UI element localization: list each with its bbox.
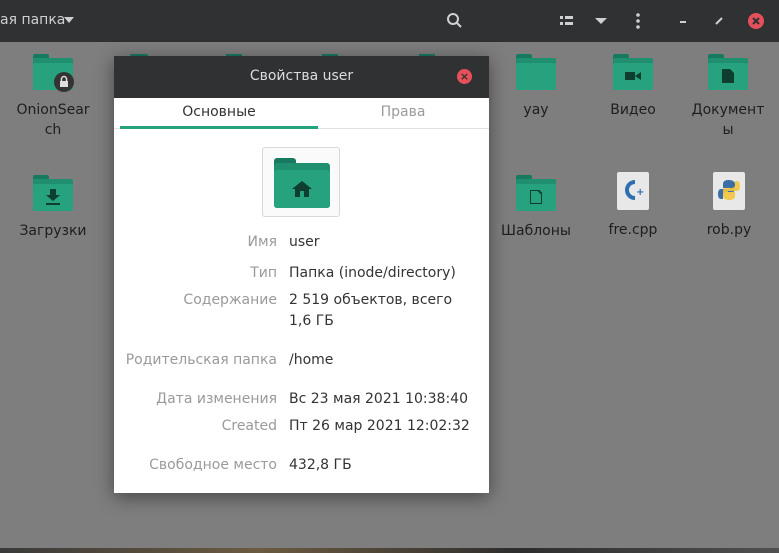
prop-value: 2 519 объектов, всего 1,6 ГБ <box>289 292 453 329</box>
folder-icon-button[interactable] <box>262 147 340 217</box>
view-list-icon[interactable] <box>557 10 579 32</box>
close-window-icon[interactable] <box>745 10 767 32</box>
folder-icon <box>516 54 556 90</box>
prop-value: Папка (inode/directory) <box>289 265 456 281</box>
view-options-chevron-icon[interactable] <box>590 10 612 32</box>
prop-label: Тип <box>250 265 277 281</box>
dialog-close-button[interactable]: × <box>457 69 472 84</box>
file-label: yay <box>523 102 549 118</box>
prop-label: Родительская папка <box>125 352 277 368</box>
location-dropdown-icon[interactable] <box>64 17 74 23</box>
window-header: ая папка <box>0 0 779 42</box>
prop-value[interactable]: /home <box>289 350 474 371</box>
minimize-icon[interactable] <box>672 10 694 32</box>
prop-value: user <box>289 234 320 250</box>
cpp-file-icon: + <box>617 172 649 210</box>
file-item[interactable]: + fre.cpp <box>585 172 681 240</box>
dialog-tabs: Основные Права <box>114 98 489 129</box>
locked-folder-icon <box>33 54 74 92</box>
location-title[interactable]: ая папка <box>0 12 65 28</box>
file-label: fre.cpp <box>608 222 658 238</box>
file-label: Загрузки <box>19 223 87 239</box>
prop-value: Пт 26 мар 2021 12:02:32 <box>289 418 470 434</box>
file-item[interactable]: rob.py <box>681 172 777 240</box>
tab-permissions[interactable]: Права <box>318 98 488 129</box>
documents-folder-icon <box>708 54 748 90</box>
file-label: Видео <box>610 102 656 118</box>
file-item[interactable]: Шаблоны <box>488 175 584 241</box>
prop-value: Вс 23 мая 2021 10:38:40 <box>289 391 468 407</box>
file-item[interactable]: OnionSearch <box>5 54 101 140</box>
svg-text:+: + <box>636 187 644 198</box>
file-label: rob.py <box>706 222 752 238</box>
file-label: Шаблоны <box>501 223 571 239</box>
home-folder-icon <box>274 158 330 208</box>
prop-value: 432,8 ГБ <box>289 457 352 473</box>
prop-label: Дата изменения <box>156 391 277 407</box>
file-item[interactable]: Видео <box>585 54 681 120</box>
bottom-edge <box>0 548 779 553</box>
file-item[interactable]: Документы <box>680 54 776 140</box>
menu-kebab-icon[interactable] <box>627 10 649 32</box>
maximize-icon[interactable] <box>708 10 730 32</box>
prop-label: Свободное место <box>149 457 277 473</box>
file-item[interactable]: Загрузки <box>5 175 101 241</box>
prop-label: Created <box>221 418 277 434</box>
python-file-icon <box>713 172 745 210</box>
prop-label: Содержание <box>183 292 277 308</box>
dialog-titlebar: Свойства user × <box>114 56 489 98</box>
templates-folder-icon <box>516 175 556 211</box>
tab-basic[interactable]: Основные <box>120 98 318 129</box>
prop-label: Имя <box>247 234 277 250</box>
search-icon[interactable] <box>444 10 466 32</box>
close-icon: × <box>459 70 470 83</box>
file-label: Документы <box>691 102 765 138</box>
file-label: OnionSearch <box>16 102 90 138</box>
video-folder-icon <box>613 54 653 90</box>
file-item[interactable]: yay <box>488 54 584 120</box>
properties-dialog: Свойства user × Основные Права Имя user … <box>114 56 489 493</box>
downloads-folder-icon <box>33 175 73 211</box>
dialog-title: Свойства user <box>249 68 354 84</box>
